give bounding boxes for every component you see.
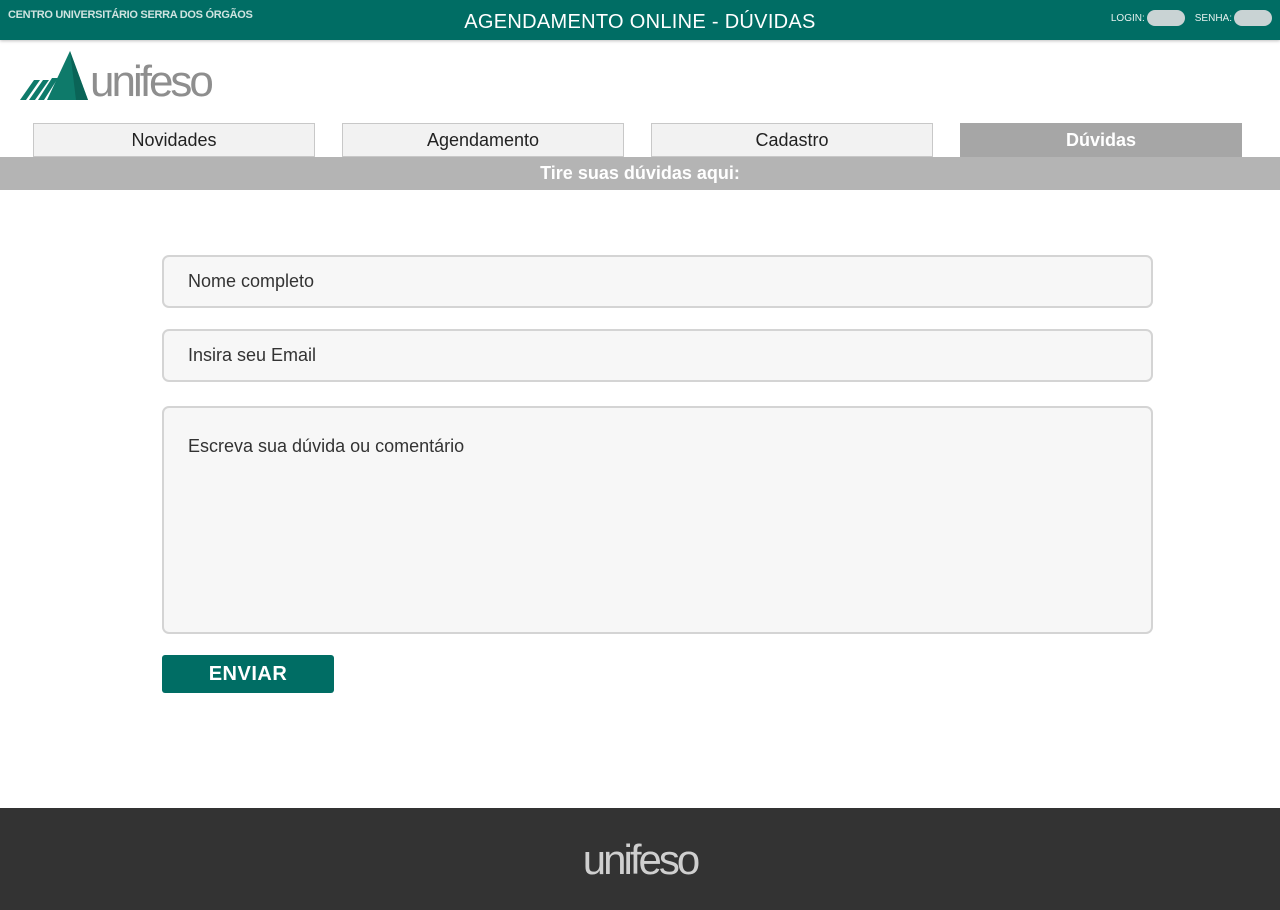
comment-field[interactable] [162, 406, 1153, 634]
password-label: SENHA: [1194, 12, 1232, 24]
tab-cadastro[interactable]: Cadastro [651, 123, 933, 157]
tab-novidades[interactable]: Novidades [33, 123, 315, 157]
password-input[interactable] [1234, 10, 1272, 26]
section-banner: Tire suas dúvidas aqui: [0, 157, 1280, 190]
login-label: LOGIN: [1110, 12, 1145, 24]
name-field[interactable] [162, 255, 1153, 308]
page-title: AGENDAMENTO ONLINE - DÚVIDAS [464, 11, 816, 33]
footer: unifeso [0, 808, 1280, 910]
email-field[interactable] [162, 329, 1153, 382]
unifeso-logo[interactable]: unifeso [20, 50, 214, 106]
logo-wordmark: unifeso [90, 57, 214, 106]
mountains-logo-icon [20, 51, 88, 100]
login-input[interactable] [1146, 10, 1185, 26]
send-button[interactable]: ENVIAR [162, 655, 334, 693]
tab-agendamento[interactable]: Agendamento [342, 123, 624, 157]
top-bar: CENTRO UNIVERSITÁRIO SERRA DOS ÓRGÃOS AG… [0, 0, 1280, 40]
footer-logo: unifeso [582, 836, 700, 883]
login-area: LOGIN: SENHA: [1111, 10, 1272, 26]
tab-duvidas[interactable]: Dúvidas [960, 123, 1242, 157]
